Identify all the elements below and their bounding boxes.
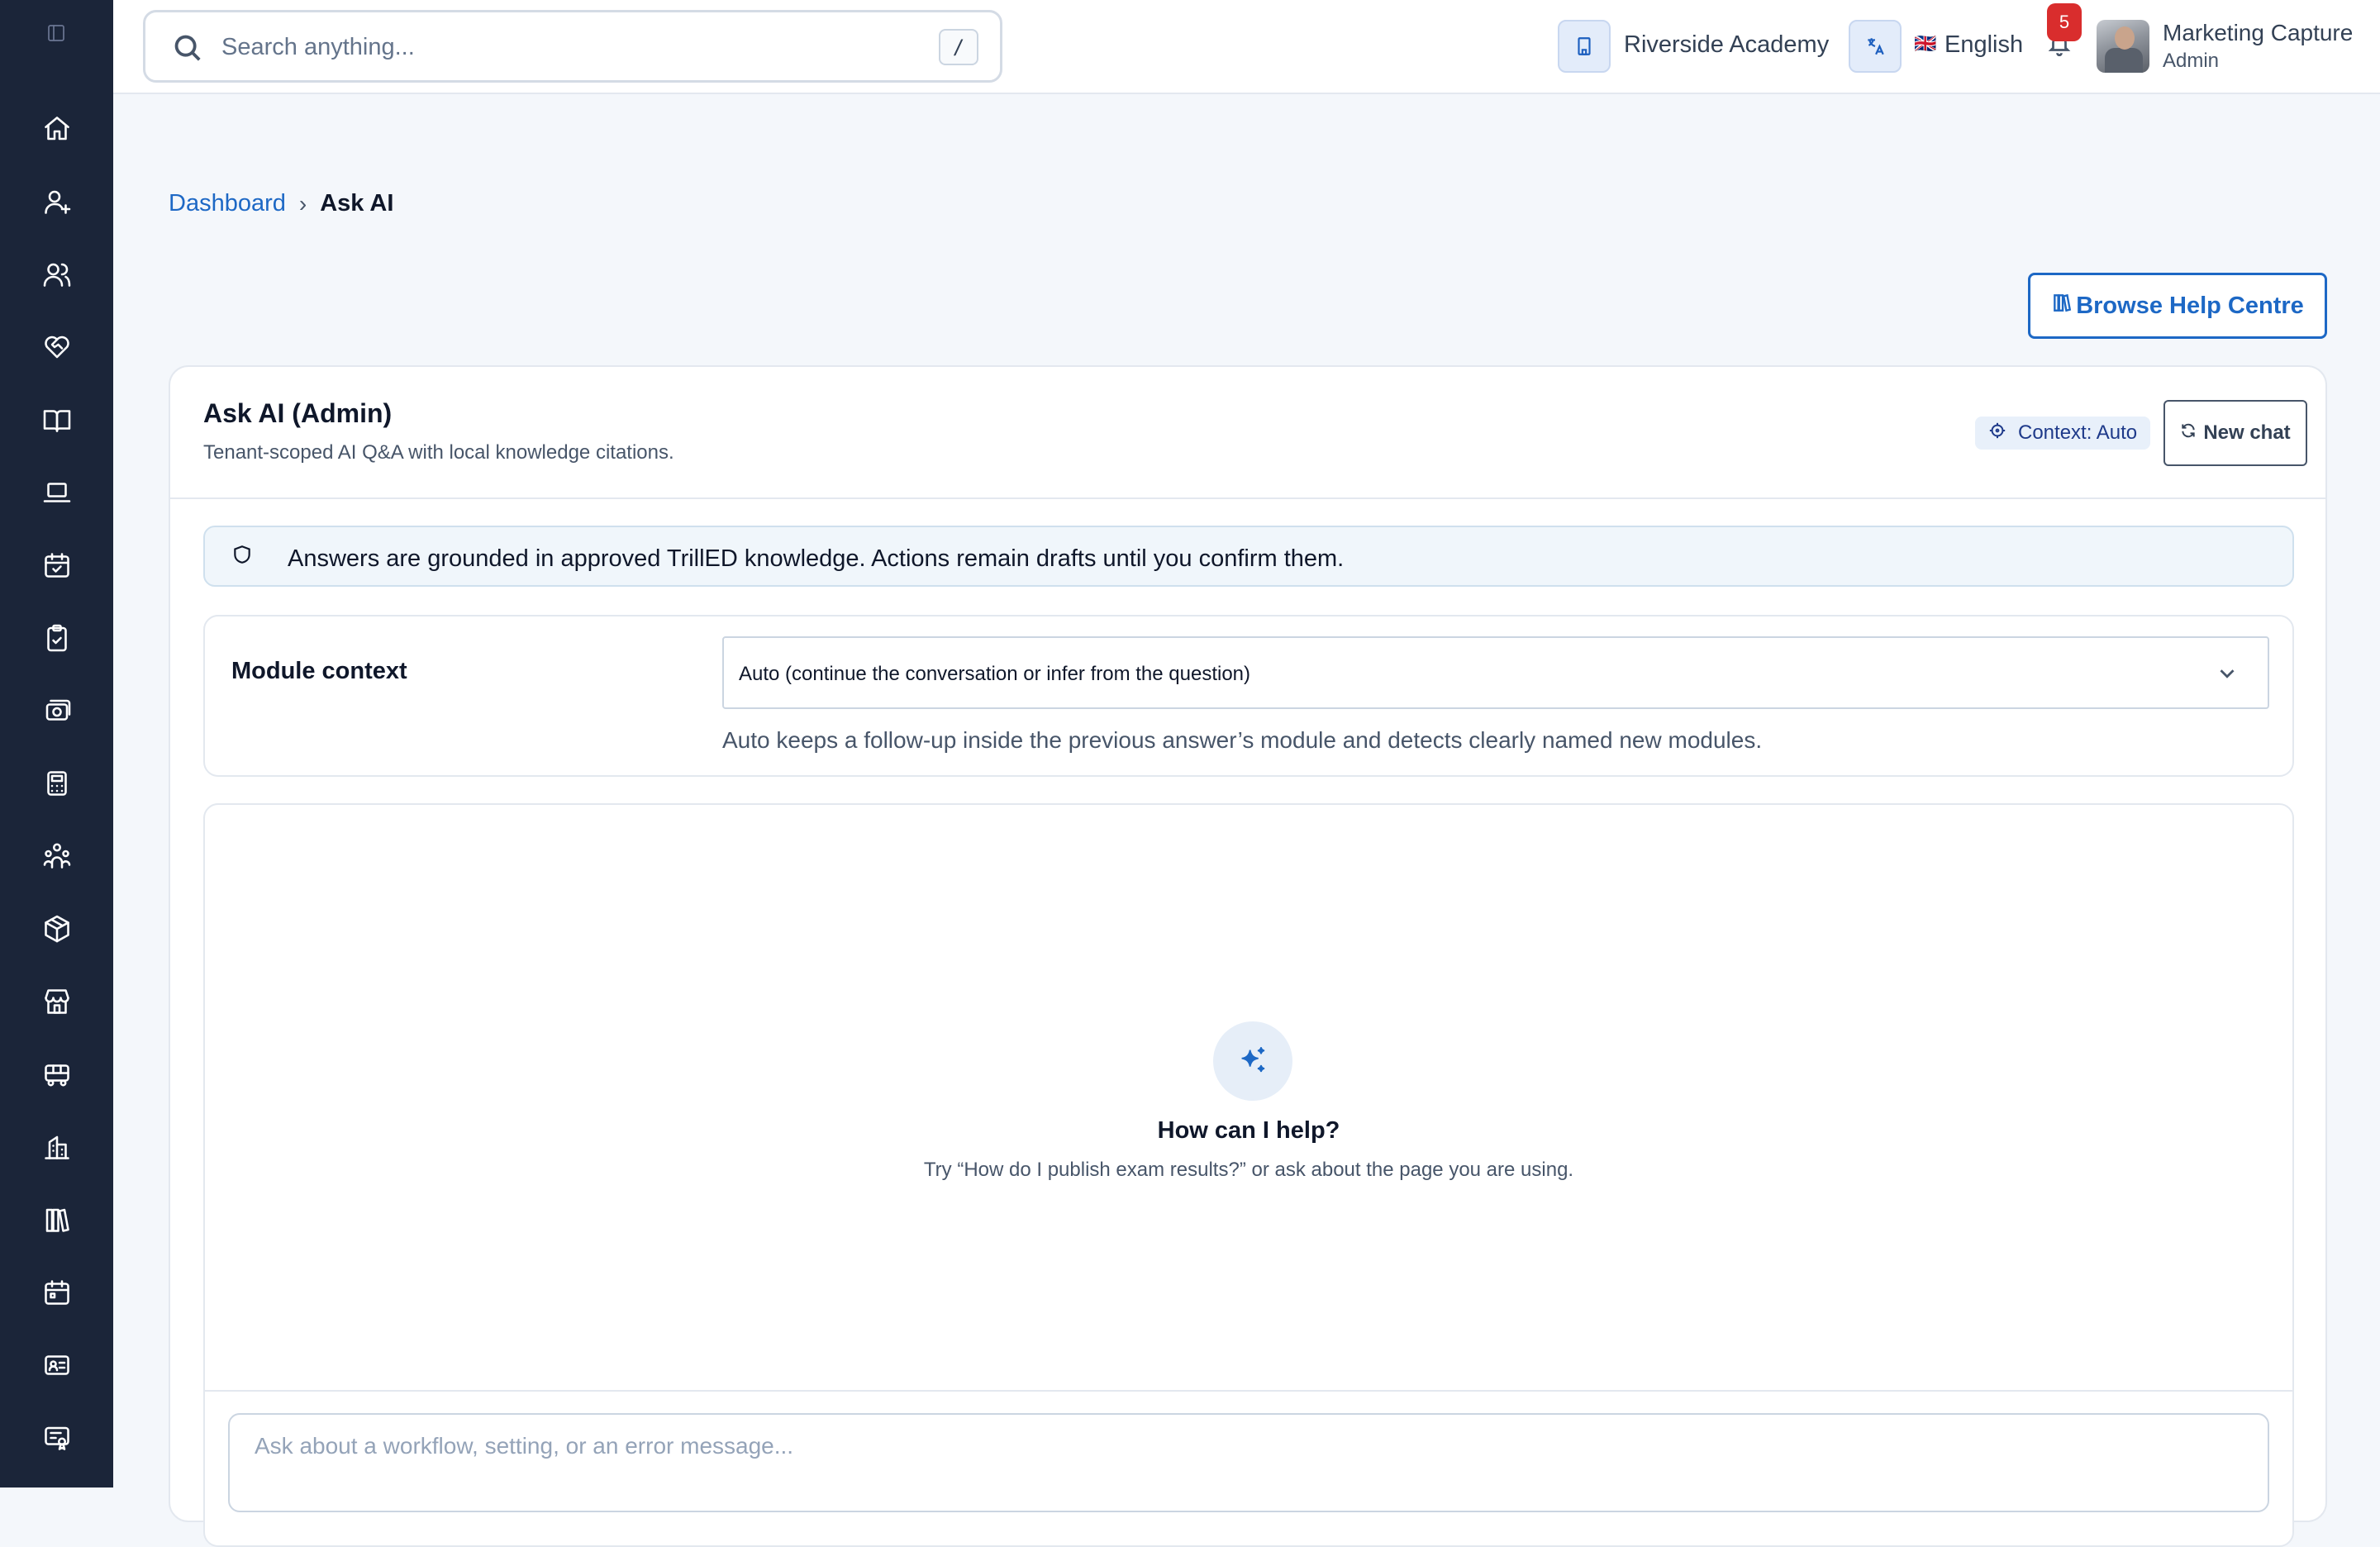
laptop-icon[interactable] <box>36 472 78 513</box>
context-badge: Context: Auto <box>1975 416 2151 450</box>
message-input[interactable] <box>255 1433 2073 1483</box>
module-context-select[interactable]: Auto (continue the conversation or infer… <box>722 636 2269 709</box>
chat-area: How can I help? Try “How do I publish ex… <box>203 803 2294 1547</box>
clipboard-check-icon[interactable] <box>36 617 78 659</box>
building-icon[interactable] <box>1558 20 1611 73</box>
book-open-icon[interactable] <box>36 399 78 440</box>
sidebar <box>0 0 113 1488</box>
users-icon[interactable] <box>36 254 78 295</box>
calendar-icon[interactable] <box>36 1272 78 1313</box>
heart-handshake-icon[interactable] <box>36 326 78 368</box>
context-badge-label: Context: Auto <box>2018 421 2138 444</box>
browse-help-centre-label: Browse Help Centre <box>2076 292 2304 319</box>
empty-state-hint: Try “How do I publish exam results?” or … <box>923 1159 1574 1181</box>
top-bar: / Riverside Academy 🇬🇧 English 5 Marketi… <box>113 0 2380 94</box>
search-icon <box>172 32 203 64</box>
ask-ai-card: Ask AI (Admin) Tenant-scoped AI Q&A with… <box>169 365 2327 1547</box>
id-card-icon[interactable] <box>36 1345 78 1386</box>
refresh-icon <box>2180 421 2197 445</box>
empty-state-title: How can I help? <box>1157 1117 1340 1144</box>
avatar[interactable] <box>2097 20 2149 73</box>
grounding-notice: Answers are grounded in approved TrillED… <box>203 526 2294 587</box>
library-icon <box>2051 292 2073 320</box>
user-role: Admin <box>2163 50 2220 72</box>
shield-icon <box>231 544 255 567</box>
user-name[interactable]: Marketing Capture <box>2163 20 2353 46</box>
user-plus-icon[interactable] <box>36 181 78 222</box>
new-chat-button[interactable]: New chat <box>2163 400 2307 466</box>
breadcrumb-separator: › <box>298 190 307 217</box>
breadcrumb: Dashboard › Ask AI <box>169 190 393 217</box>
tenant-selector[interactable]: Riverside Academy <box>1624 31 1829 59</box>
chevron-down-icon <box>2215 661 2240 686</box>
bus-icon[interactable] <box>36 1054 78 1095</box>
home-icon[interactable] <box>36 108 78 150</box>
module-context-hint: Auto keeps a follow-up inside the previo… <box>722 727 1763 753</box>
module-context-panel: Module context Auto (continue the conver… <box>203 615 2294 777</box>
library-icon[interactable] <box>36 1199 78 1240</box>
search-input[interactable] <box>221 29 883 65</box>
calculator-icon[interactable] <box>36 763 78 804</box>
banknote-icon[interactable] <box>36 690 78 731</box>
package-icon[interactable] <box>36 908 78 950</box>
language-selector[interactable]: English <box>1944 31 2023 59</box>
building-icon[interactable] <box>36 1126 78 1168</box>
certificate-icon[interactable] <box>36 1417 78 1459</box>
divider <box>170 497 2325 499</box>
page-subtitle: Tenant-scoped AI Q&A with local knowledg… <box>203 441 674 464</box>
crosshair-icon <box>1988 421 2006 445</box>
module-context-label: Module context <box>231 658 407 684</box>
grounding-notice-text: Answers are grounded in approved TrillED… <box>288 545 1345 572</box>
translate-icon[interactable] <box>1849 20 1902 73</box>
new-chat-label: New chat <box>2203 421 2291 444</box>
page-title: Ask AI (Admin) <box>203 398 393 428</box>
divider <box>205 1390 2292 1392</box>
sparkles-icon <box>1213 1021 1292 1101</box>
message-composer[interactable] <box>228 1413 2269 1512</box>
calendar-check-icon[interactable] <box>36 545 78 586</box>
breadcrumb-current: Ask AI <box>320 190 394 217</box>
module-context-selected-value: Auto (continue the conversation or infer… <box>739 663 1251 685</box>
search-box[interactable]: / <box>143 10 1002 83</box>
family-icon[interactable] <box>36 835 78 877</box>
flag-icon: 🇬🇧 <box>1914 33 1937 54</box>
browse-help-centre-button[interactable]: Browse Help Centre <box>2028 273 2327 339</box>
sidebar-collapse-icon[interactable] <box>46 23 66 43</box>
breadcrumb-dashboard-link[interactable]: Dashboard <box>169 190 286 217</box>
notification-count-badge: 5 <box>2047 3 2082 41</box>
store-icon[interactable] <box>36 981 78 1022</box>
search-shortcut-key: / <box>939 29 978 65</box>
